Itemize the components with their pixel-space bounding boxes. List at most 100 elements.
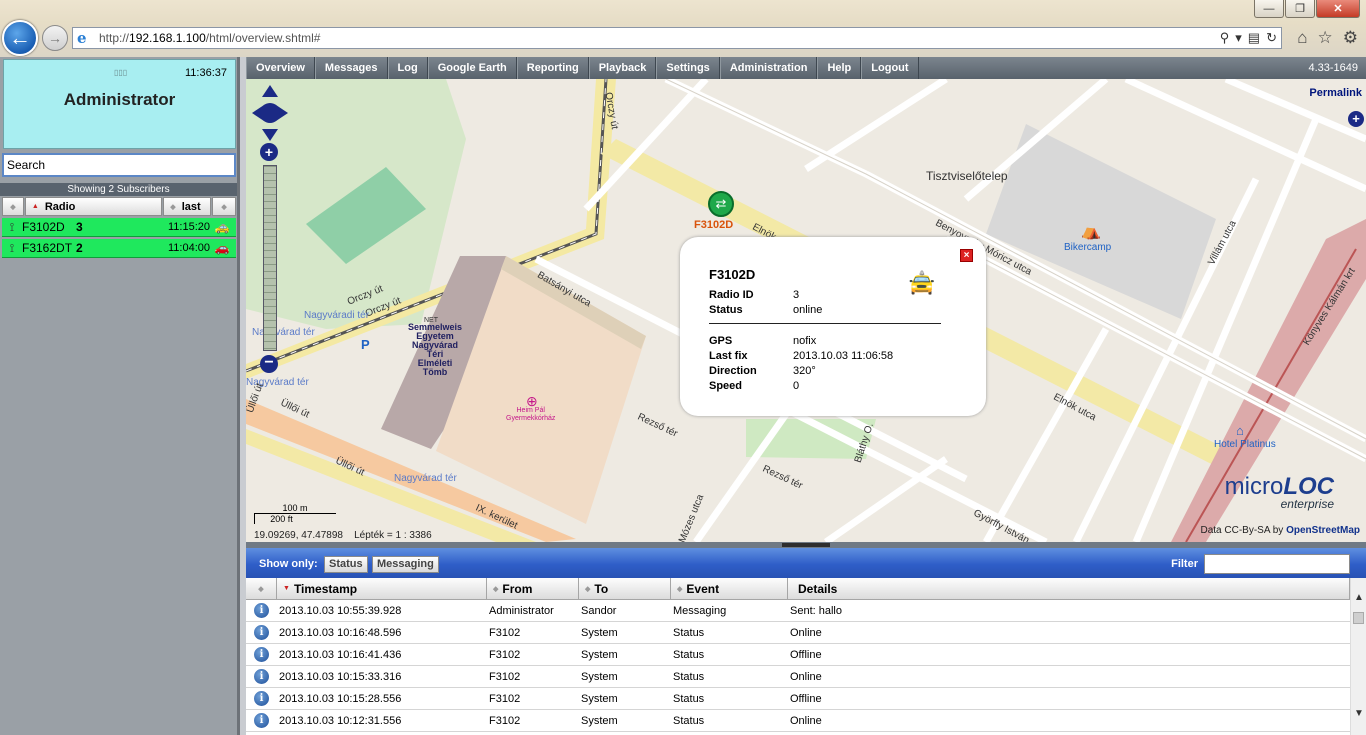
vehicle-marker-label: F3102D: [694, 219, 734, 231]
forward-button[interactable]: →: [42, 25, 68, 51]
back-button[interactable]: ←: [2, 20, 38, 56]
popup-value: online: [793, 304, 823, 316]
event-row[interactable]: i 2013.10.03 10:15:28.556 F3102 System Statu…: [246, 688, 1350, 710]
version-label: 4.33-1649: [1308, 62, 1358, 74]
attribution-text: Data CC-By-SA by: [1200, 525, 1287, 536]
scale-feet: 200 ft: [254, 514, 308, 524]
popup-row-radio-id: Radio ID 3: [709, 289, 799, 301]
nav-overview[interactable]: Overview: [246, 57, 315, 79]
subscriber-name: F3162DT: [22, 241, 73, 255]
nav-playback[interactable]: Playback: [588, 57, 657, 79]
column-select-header[interactable]: ◆: [2, 197, 24, 216]
column-event-header[interactable]: ◆ Event: [671, 578, 788, 600]
compat-view-icon[interactable]: ▤: [1248, 30, 1260, 46]
column-icon-header[interactable]: ◆: [246, 578, 277, 600]
vehicle-marker[interactable]: ⇄: [708, 191, 734, 217]
sort-icon: ◆: [258, 585, 264, 593]
zoom-control: + −: [260, 143, 278, 375]
column-last-header[interactable]: ◆ last: [163, 197, 212, 216]
close-window-button[interactable]: ✕: [1316, 0, 1360, 18]
event-cell-from: F3102: [489, 648, 521, 661]
event-cell-to: System: [581, 714, 618, 727]
event-row[interactable]: i 2013.10.03 10:12:31.556 F3102 System Statu…: [246, 710, 1350, 732]
scroll-down-icon[interactable]: ▼: [1351, 708, 1366, 719]
scroll-thumb[interactable]: [1353, 612, 1364, 624]
map-attribution: Data CC-By-SA by OpenStreetMap: [1201, 525, 1361, 536]
settings-gear-icon[interactable]: ⚙: [1343, 28, 1358, 48]
search-icon[interactable]: ⚲: [1220, 30, 1230, 46]
nav-reporting[interactable]: Reporting: [516, 57, 589, 79]
info-icon-cell: i: [246, 603, 277, 618]
map-label: P: [361, 337, 370, 352]
scroll-up-icon[interactable]: ▲: [1351, 592, 1366, 603]
minimize-button[interactable]: —: [1254, 0, 1284, 18]
permalink-link[interactable]: Permalink: [1309, 87, 1362, 99]
splitter-grip[interactable]: [782, 543, 830, 547]
popup-row-gps: GPS nofix: [709, 335, 816, 347]
ie-page-icon: e: [77, 29, 87, 47]
zoom-out-button[interactable]: −: [260, 355, 278, 373]
address-bar[interactable]: e http://192.168.1.100/html/overview.sht…: [72, 27, 1282, 49]
info-icon: i: [254, 625, 269, 640]
column-to-header[interactable]: ◆ To: [579, 578, 671, 600]
nav-help[interactable]: Help: [817, 57, 862, 79]
filter-input[interactable]: [1204, 554, 1350, 574]
sort-icon: ◆: [585, 585, 591, 593]
antenna-icon: ⟟: [9, 240, 15, 255]
popup-title: F3102D: [709, 267, 756, 282]
maximize-button[interactable]: ❐: [1285, 0, 1315, 18]
user-box: ▯▯▯ 11:36:37 Administrator: [3, 59, 236, 149]
event-scrollbar[interactable]: ▲ ▼: [1350, 578, 1366, 735]
zoom-slider[interactable]: [263, 165, 277, 351]
event-cell-ts: 2013.10.03 10:12:31.556: [279, 714, 402, 727]
favorites-star-icon[interactable]: ☆: [1318, 28, 1333, 48]
info-icon-cell: i: [246, 713, 277, 728]
nav-settings[interactable]: Settings: [656, 57, 720, 79]
map-label: Nagyvárad tér: [394, 473, 457, 484]
event-cell-details: Online: [790, 714, 822, 727]
nav-log[interactable]: Log: [387, 57, 428, 79]
subscriber-row[interactable]: ⟟ F3102D 3 11:15:20 🚕: [2, 218, 236, 237]
column-from-header[interactable]: ◆ From: [487, 578, 579, 600]
event-cell-from: F3102: [489, 692, 521, 705]
column-details-header[interactable]: Details: [788, 578, 1350, 600]
event-row[interactable]: i 2013.10.03 10:16:41.436 F3102 System Statu…: [246, 644, 1350, 666]
popup-key: Radio ID: [709, 289, 754, 301]
sort-desc-icon: ▼: [283, 585, 290, 592]
column-label: Timestamp: [293, 581, 358, 596]
taxi-icon: 🚖: [908, 270, 936, 295]
dropdown-icon[interactable]: ▾: [1235, 30, 1242, 46]
refresh-icon[interactable]: ↻: [1266, 30, 1277, 46]
layer-switcher-button[interactable]: +: [1348, 111, 1364, 127]
popup-value: 320°: [793, 365, 816, 377]
event-cell-event: Status: [673, 692, 705, 705]
nav-administration[interactable]: Administration: [719, 57, 818, 79]
column-radio-header[interactable]: ▲ Radio: [24, 197, 163, 216]
map-view[interactable]: Tisztviselőtelep Benyovszky Móricz utca …: [246, 79, 1366, 542]
event-row[interactable]: i 2013.10.03 10:55:39.928 Administrator San…: [246, 600, 1350, 622]
popup-value: nofix: [793, 335, 817, 347]
search-input[interactable]: [4, 155, 234, 175]
column-radio-label: Radio: [44, 200, 76, 213]
popup-key: Speed: [709, 380, 743, 392]
nav-google-earth[interactable]: Google Earth: [427, 57, 517, 79]
nav-messages[interactable]: Messages: [314, 57, 388, 79]
event-row[interactable]: i 2013.10.03 10:15:33.316 F3102 System Statu…: [246, 666, 1350, 688]
home-icon[interactable]: ⌂: [1297, 28, 1307, 48]
event-row[interactable]: i 2013.10.03 10:16:48.596 F3102 System Statu…: [246, 622, 1350, 644]
search-box: [2, 153, 236, 177]
clock: 11:36:37: [184, 67, 227, 79]
url-text[interactable]: http://192.168.1.100/html/overview.shtml…: [99, 31, 320, 45]
popup-close-button[interactable]: ×: [960, 249, 973, 262]
filter-messaging-button[interactable]: Messaging: [372, 556, 439, 573]
pan-control[interactable]: [252, 85, 288, 141]
event-cell-ts: 2013.10.03 10:15:33.316: [279, 670, 402, 683]
column-type-header[interactable]: ◆: [212, 197, 236, 216]
subscriber-row[interactable]: ⟟ F3162DT 2 11:04:00 🚗: [2, 239, 236, 258]
popup-row-status: Status online: [709, 304, 822, 316]
filter-status-button[interactable]: Status: [324, 556, 368, 573]
attribution-link[interactable]: OpenStreetMap: [1286, 525, 1360, 536]
nav-logout[interactable]: Logout: [861, 57, 919, 79]
column-timestamp-header[interactable]: ▼ Timestamp: [277, 578, 487, 600]
zoom-in-button[interactable]: +: [260, 143, 278, 161]
